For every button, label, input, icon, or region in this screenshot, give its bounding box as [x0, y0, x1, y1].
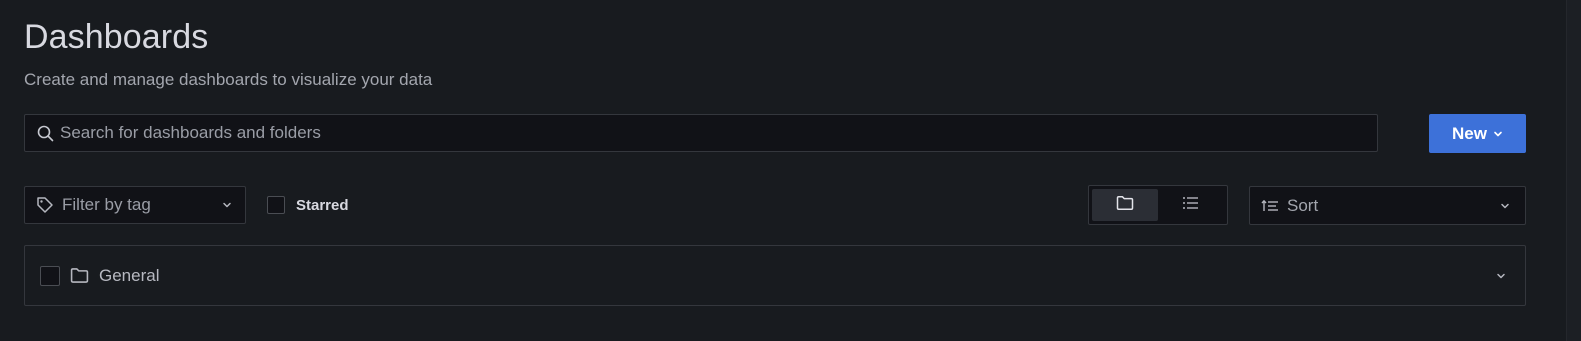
chevron-down-icon	[221, 199, 233, 211]
search-box[interactable]	[24, 114, 1378, 152]
new-button-label: New	[1452, 123, 1487, 143]
page-title: Dashboards	[24, 18, 209, 56]
view-toggle	[1088, 185, 1228, 225]
tag-filter-select[interactable]: Filter by tag	[24, 186, 246, 224]
list-icon	[1182, 196, 1200, 215]
sort-select[interactable]: Sort	[1249, 186, 1526, 225]
new-button[interactable]: New	[1429, 114, 1526, 153]
tag-filter-label: Filter by tag	[62, 195, 151, 214]
chevron-down-icon	[1493, 129, 1503, 139]
scrollbar-track[interactable]	[1566, 0, 1581, 341]
starred-label: Starred	[296, 196, 349, 214]
folder-view-button[interactable]	[1092, 189, 1158, 221]
folder-checkbox[interactable]	[40, 265, 60, 286]
folder-icon	[70, 267, 89, 284]
search-input[interactable]	[60, 115, 1377, 151]
folder-icon	[1116, 195, 1134, 216]
chevron-down-icon[interactable]	[1495, 270, 1507, 282]
folder-row-general[interactable]: General	[24, 245, 1526, 306]
chevron-down-icon	[1499, 200, 1511, 212]
starred-checkbox[interactable]	[267, 196, 285, 214]
tag-icon	[36, 196, 54, 214]
sort-label: Sort	[1287, 195, 1319, 215]
dashboards-page: Dashboards Create and manage dashboards …	[0, 0, 1581, 341]
starred-filter[interactable]: Starred	[267, 196, 349, 214]
sort-ascending-icon	[1261, 199, 1279, 213]
folder-label: General	[99, 265, 160, 285]
list-view-button[interactable]	[1158, 189, 1224, 221]
search-icon	[36, 124, 54, 142]
page-subtitle: Create and manage dashboards to visualiz…	[24, 70, 433, 89]
